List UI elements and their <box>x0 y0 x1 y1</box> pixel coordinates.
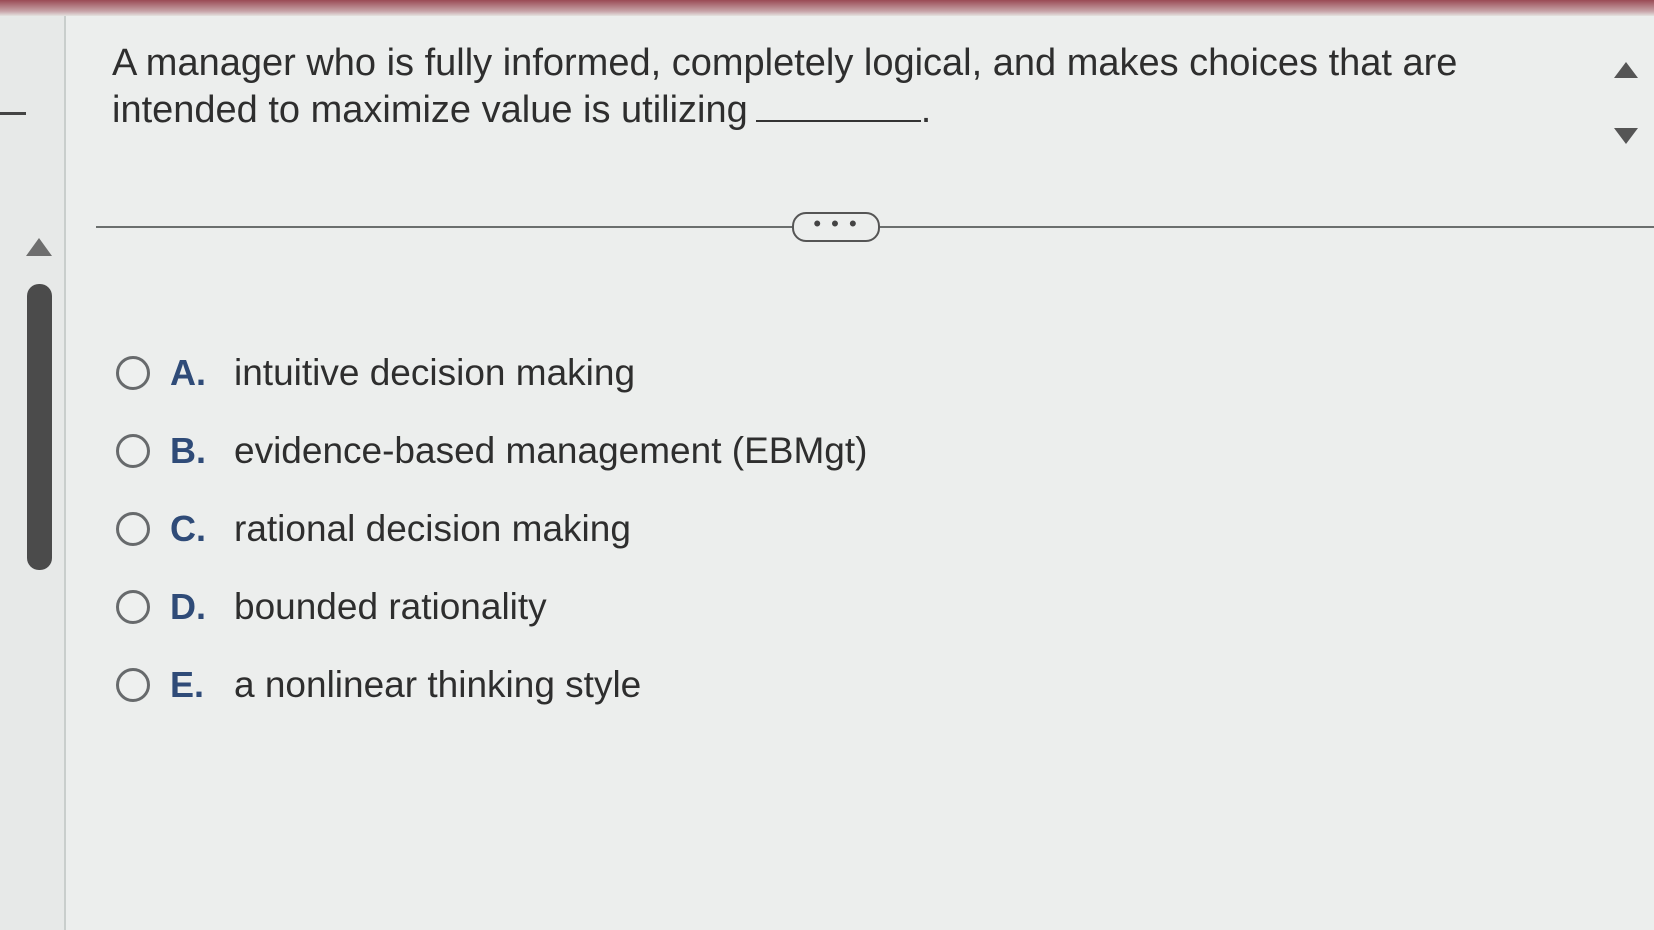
option-text: a nonlinear thinking style <box>234 664 642 705</box>
option-text: intuitive decision making <box>234 352 636 393</box>
option-letter: C. <box>170 508 206 549</box>
vertical-scrollbar-thumb[interactable] <box>27 284 52 570</box>
scroll-up-arrow-icon[interactable] <box>26 238 52 256</box>
radio-button[interactable] <box>116 512 150 546</box>
radio-button[interactable] <box>116 434 150 468</box>
answer-blank <box>755 86 921 122</box>
radio-button[interactable] <box>116 668 150 702</box>
option-text: rational decision making <box>234 508 631 549</box>
question-prompt: A manager who is fully informed, complet… <box>112 40 1512 133</box>
option-letter: B. <box>170 430 206 471</box>
option-text: bounded rationality <box>234 586 547 627</box>
option-letter: D. <box>170 586 206 627</box>
question-scroll-down-icon[interactable] <box>1614 128 1638 144</box>
question-blank-suffix: . <box>920 89 932 131</box>
divider-resize-handle[interactable]: • • • <box>792 212 880 242</box>
option-b[interactable]: B. evidence-based management (EBMgt) <box>116 412 1116 490</box>
option-c[interactable]: C. rational decision making <box>116 490 1116 568</box>
option-text: evidence-based management (EBMgt) <box>234 430 868 471</box>
answer-options: A. intuitive decision making B. evidence… <box>116 334 1116 724</box>
question-pane: A manager who is fully informed, complet… <box>66 16 1654 930</box>
radio-button[interactable] <box>116 590 150 624</box>
option-d[interactable]: D. bounded rationality <box>116 568 1116 646</box>
top-window-bar <box>0 0 1654 16</box>
left-panel <box>0 16 66 930</box>
radio-button[interactable] <box>116 356 150 390</box>
option-a[interactable]: A. intuitive decision making <box>116 334 1116 412</box>
option-letter: E. <box>170 664 205 705</box>
option-e[interactable]: E. a nonlinear thinking style <box>116 646 1116 724</box>
panel-edge-marker <box>0 112 26 115</box>
question-scroll-up-icon[interactable] <box>1614 62 1638 78</box>
option-letter: A. <box>170 352 206 393</box>
